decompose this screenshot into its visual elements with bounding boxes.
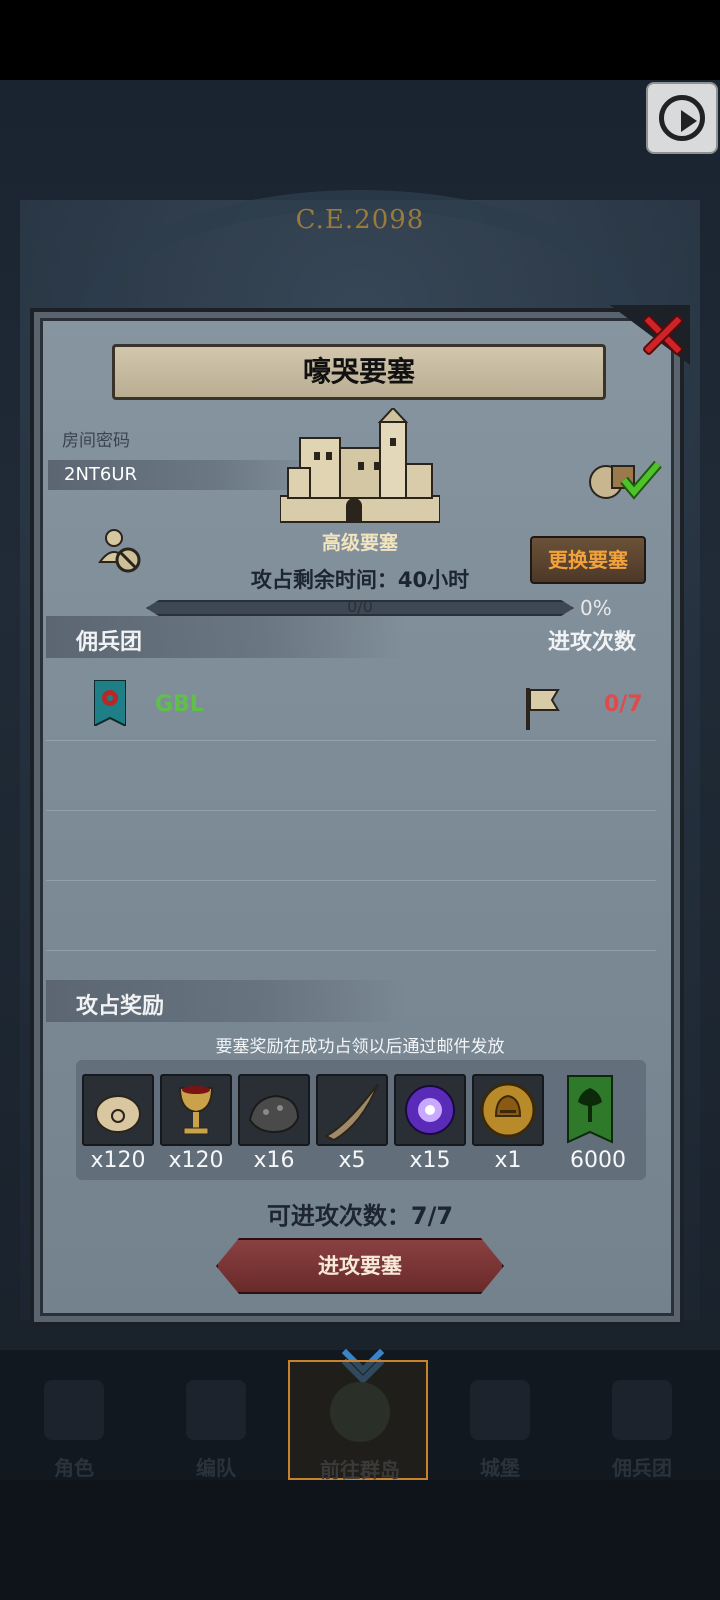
sack-icon[interactable] [82,1074,154,1146]
purple-crystal-icon[interactable] [394,1074,466,1146]
rewards-hint: 要塞奖励在成功占领以后通过邮件发放 [215,1037,505,1057]
nav-label: 佣兵团 [612,1456,672,1480]
row-divider [46,880,656,881]
fortress-image [280,408,440,523]
mercenary-icon [612,1380,672,1440]
reward-qty: x1 [494,1148,522,1173]
nav-item-islands[interactable]: 前往群岛 [288,1360,428,1482]
reward-qty: x5 [338,1148,366,1173]
mercenary-name: GBL [155,692,204,717]
nav-label: 前往群岛 [320,1458,400,1482]
nav-label: 编队 [196,1456,236,1480]
room-code-label: 房间密码 [62,431,130,451]
reward-qty: 6000 [570,1148,626,1173]
room-code-value: 2NT6UR [64,464,138,485]
nav-item-character[interactable]: 角色 [4,1360,144,1480]
reward-qty: x16 [253,1148,295,1173]
play-button[interactable] [646,82,718,154]
mercenary-row[interactable] [46,682,656,738]
nav-item-formation[interactable]: 编队 [146,1360,286,1480]
nav-item-castle[interactable]: 城堡 [430,1360,570,1480]
nav-label: 角色 [54,1456,94,1480]
reward-claimed-icon[interactable] [584,452,664,502]
play-triangle [681,110,697,132]
horn-icon[interactable] [316,1074,388,1146]
reward-qty: x120 [90,1148,146,1173]
status-bar-area [0,0,720,80]
knight-icon [44,1380,104,1440]
guild-emblem-icon [94,680,126,726]
reward-qty: x120 [168,1148,224,1173]
row-divider [46,810,656,811]
era-label: C.E.2098 [295,205,425,235]
close-button[interactable] [634,306,690,362]
tree-banner-icon[interactable] [566,1074,614,1146]
row-divider [46,950,656,951]
progress-percent: 0% [580,596,612,620]
attack-count: 0/7 [604,692,643,717]
play-icon [659,95,705,141]
helmet-coin-icon[interactable] [472,1074,544,1146]
flag-icon [526,688,560,730]
formation-icon [186,1380,246,1440]
attack-fortress-button[interactable]: 进攻要塞 [216,1238,504,1294]
mercenary-title: 佣兵团 [76,630,143,655]
remaining-attacks: 可进攻次数：7/7 [266,1202,454,1230]
ore-icon[interactable] [238,1074,310,1146]
no-user-icon[interactable] [98,528,144,574]
attacks-title: 进攻次数 [548,630,637,655]
footer-area [0,1480,720,1600]
dialog-title: 嚎哭要塞 [112,344,606,400]
nav-label: 城堡 [480,1456,520,1480]
progress-text: 0/0 [347,597,373,616]
goblet-icon[interactable] [160,1074,232,1146]
reward-qty: x15 [409,1148,451,1173]
rewards-title: 攻占奖励 [76,994,165,1019]
islands-icon [330,1382,390,1442]
row-divider [46,740,656,741]
nav-item-mercenary[interactable]: 佣兵团 [572,1360,712,1480]
castle-icon [470,1380,530,1440]
change-fortress-button[interactable]: 更换要塞 [530,536,646,584]
